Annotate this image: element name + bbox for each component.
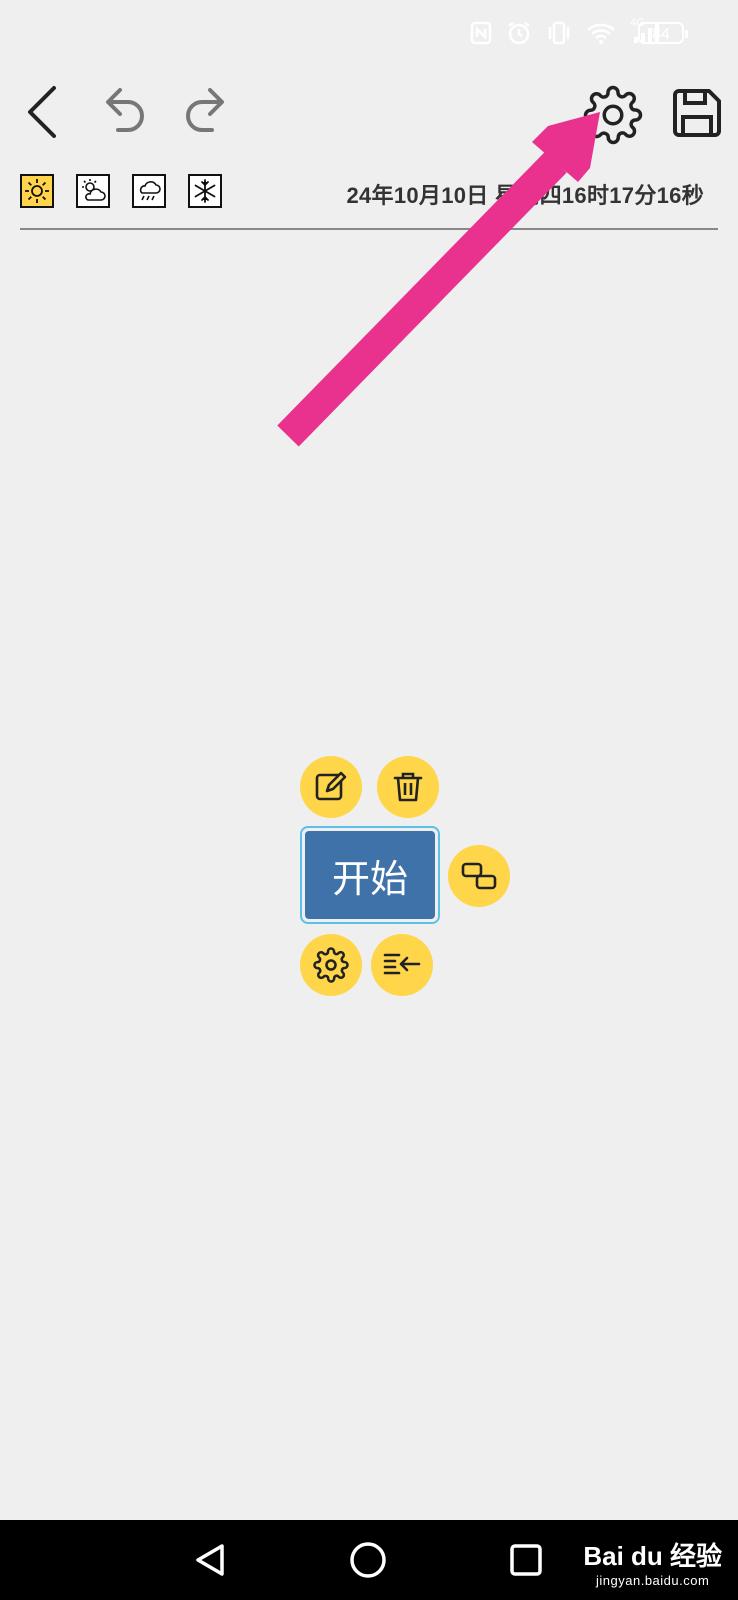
baidu-watermark: Bai du 经验 jingyan.baidu.com xyxy=(583,1536,722,1588)
square-recents-icon xyxy=(510,1544,542,1576)
annotation-arrow xyxy=(277,112,600,447)
watermark-brand: Bai du 经验 xyxy=(583,1541,722,1571)
nav-recents-button[interactable] xyxy=(506,1540,546,1585)
triangle-back-icon xyxy=(196,1544,224,1576)
nav-home-button[interactable] xyxy=(348,1540,388,1585)
watermark-url: jingyan.baidu.com xyxy=(596,1573,710,1588)
nav-back-button[interactable] xyxy=(190,1540,230,1585)
circle-home-icon xyxy=(350,1542,386,1578)
